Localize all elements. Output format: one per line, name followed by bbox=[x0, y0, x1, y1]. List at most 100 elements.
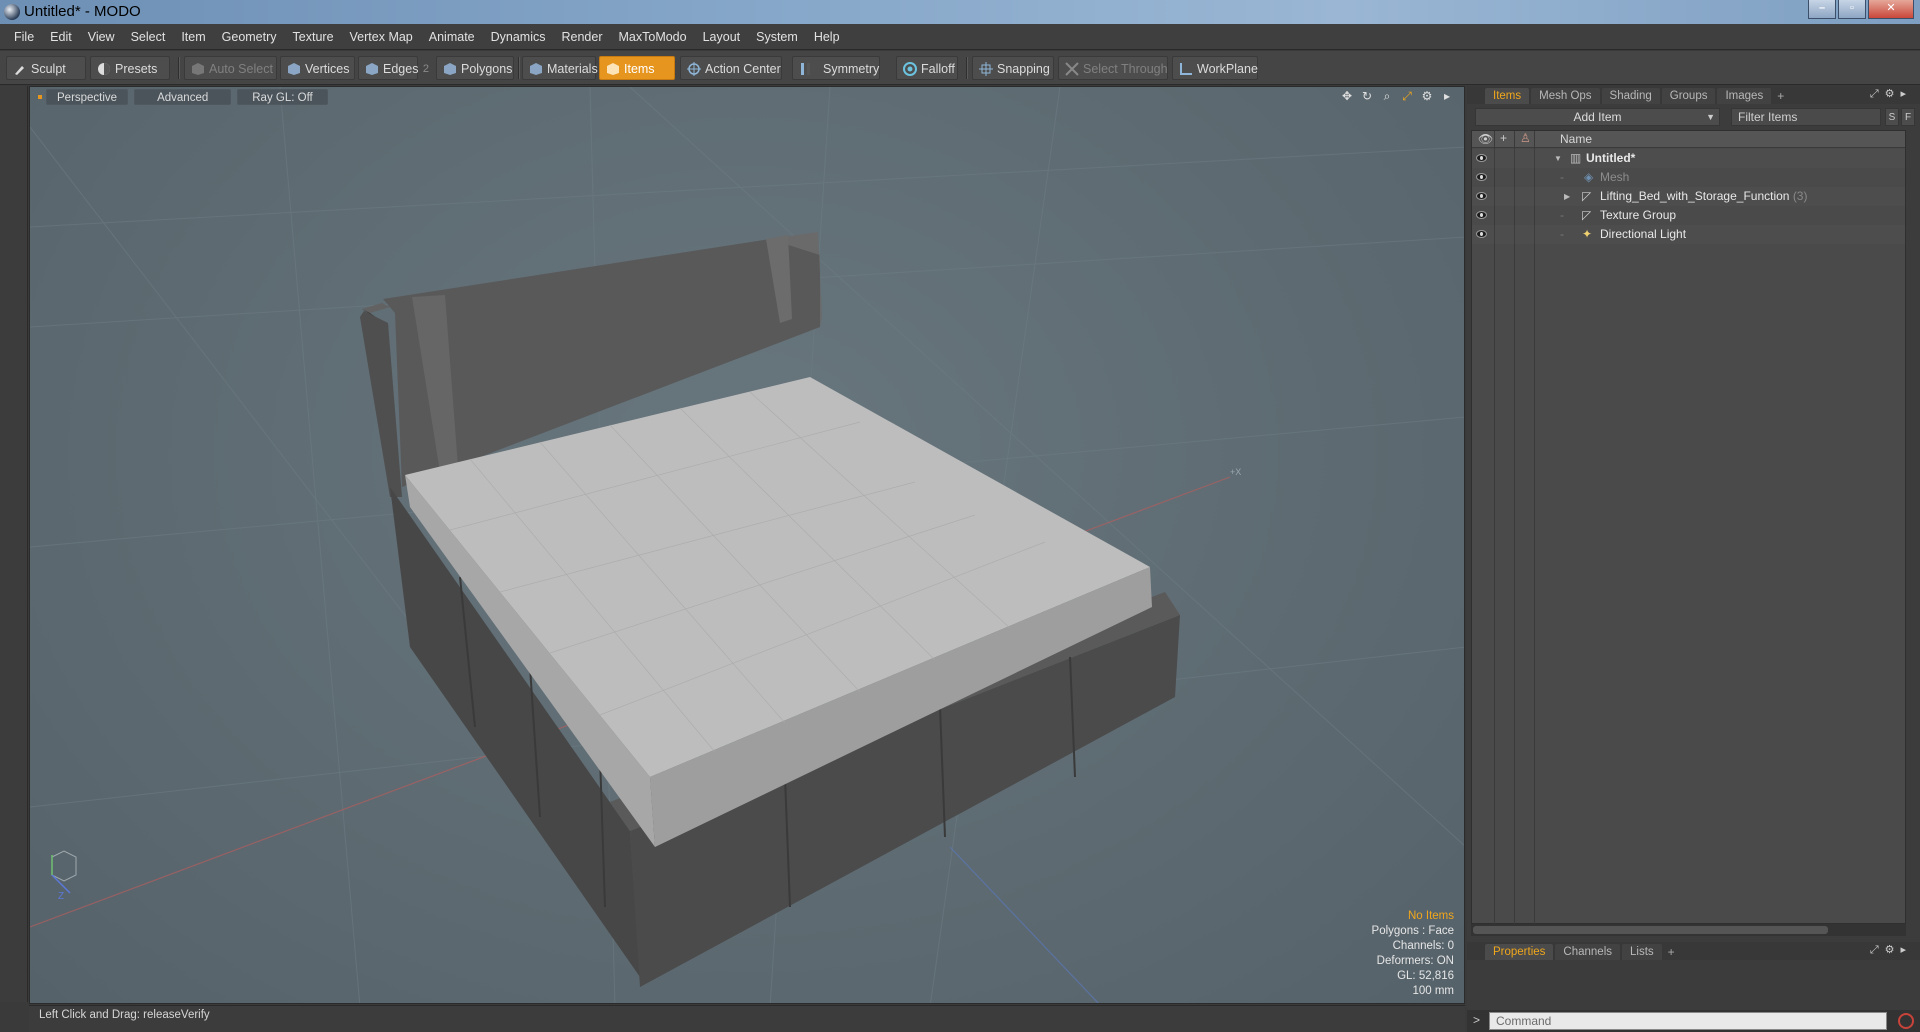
3d-viewport[interactable]: +X Z Perspective Advanced Ray GL: Off ✥ … bbox=[29, 86, 1465, 1004]
expand-arrow-icon[interactable]: ▶ bbox=[1564, 187, 1570, 206]
brush-icon bbox=[15, 66, 24, 75]
materials-button[interactable]: Materials bbox=[522, 56, 598, 80]
viewport-settings-icon[interactable]: ⚙ bbox=[1420, 89, 1434, 103]
auto-select-label: Auto Select bbox=[209, 62, 273, 76]
viewport-menu-dot[interactable] bbox=[38, 95, 42, 99]
action-center-button[interactable]: Action Center bbox=[680, 56, 782, 80]
filter-items-input[interactable] bbox=[1731, 108, 1881, 126]
visibility-eye-icon[interactable] bbox=[1476, 211, 1487, 219]
menu-animate[interactable]: Animate bbox=[421, 24, 483, 50]
visibility-eye-icon[interactable] bbox=[1476, 173, 1487, 181]
select-through-label: Select Through bbox=[1083, 62, 1168, 76]
modo-app-icon bbox=[4, 4, 20, 20]
record-icon[interactable] bbox=[1898, 1013, 1914, 1029]
tree-item-texture-group[interactable]: - ◸ Texture Group bbox=[1472, 206, 1905, 225]
tab-properties[interactable]: Properties bbox=[1485, 944, 1554, 960]
command-row: > bbox=[1467, 1010, 1920, 1032]
viewport-arrow-icon[interactable]: ▸ bbox=[1440, 89, 1454, 103]
add-tab-button[interactable]: + bbox=[1773, 88, 1788, 104]
tab-images[interactable]: Images bbox=[1717, 88, 1772, 104]
panel-options-icons[interactable]: ⤢⚙▸ bbox=[1870, 943, 1912, 957]
maximize-button[interactable]: ▫ bbox=[1838, 0, 1866, 19]
items-button[interactable]: Items bbox=[599, 56, 675, 80]
menu-help[interactable]: Help bbox=[806, 24, 848, 50]
minimize-button[interactable]: – bbox=[1808, 0, 1836, 19]
tab-groups[interactable]: Groups bbox=[1661, 88, 1716, 104]
tab-shading[interactable]: Shading bbox=[1601, 88, 1660, 104]
menu-file[interactable]: File bbox=[6, 24, 42, 50]
bed-model[interactable] bbox=[360, 232, 1180, 987]
symmetry-button[interactable]: Symmetry bbox=[792, 56, 880, 80]
menu-maxtomodo[interactable]: MaxToModo bbox=[611, 24, 695, 50]
snapping-button[interactable]: Snapping bbox=[972, 56, 1054, 80]
tree-item-count: (3) bbox=[1792, 189, 1808, 203]
visibility-eye-icon[interactable] bbox=[1476, 192, 1487, 200]
panel-options-icons[interactable]: ⤢⚙▸ bbox=[1870, 87, 1912, 101]
lock-column-icon[interactable]: + bbox=[1500, 131, 1507, 145]
menu-item[interactable]: Item bbox=[173, 24, 213, 50]
tree-item-scene[interactable]: ▼ ▥ Untitled* bbox=[1472, 149, 1905, 168]
polygons-button[interactable]: Polygons bbox=[436, 56, 514, 80]
menu-texture[interactable]: Texture bbox=[285, 24, 342, 50]
chevron-down-icon: ▼ bbox=[1706, 112, 1715, 122]
item-tree[interactable]: 👁 + ♙ Name ▼ ▥ Untitled* - ◈ Mesh ▶ ◸ Li… bbox=[1471, 130, 1906, 925]
properties-panel-tabs: Properties Channels Lists + ⤢⚙▸ bbox=[1467, 942, 1920, 960]
pan-icon[interactable]: ✥ bbox=[1340, 89, 1354, 103]
tree-item-mesh[interactable]: - ◈ Mesh bbox=[1472, 168, 1905, 187]
stats-grid-size: 100 mm bbox=[1412, 985, 1454, 997]
stats-deformers: Deformers: ON bbox=[1376, 955, 1454, 967]
falloff-button[interactable]: Falloff bbox=[896, 56, 958, 80]
tab-lists[interactable]: Lists bbox=[1622, 944, 1662, 960]
add-tab-button[interactable]: + bbox=[1664, 944, 1679, 960]
tree-item-lifting-bed[interactable]: ▶ ◸ Lifting_Bed_with_Storage_Function (3… bbox=[1472, 187, 1905, 206]
visibility-column-icon[interactable]: 👁 bbox=[1478, 132, 1493, 146]
sculpt-button[interactable]: Sculpt bbox=[6, 56, 86, 80]
filter-s-button[interactable]: S bbox=[1885, 108, 1899, 126]
render-column-icon[interactable]: ♙ bbox=[1520, 131, 1531, 145]
action-center-label: Action Center bbox=[705, 62, 781, 76]
tab-mesh-ops[interactable]: Mesh Ops bbox=[1531, 88, 1600, 104]
expand-arrow-icon[interactable]: ▼ bbox=[1554, 149, 1562, 168]
materials-icon bbox=[530, 63, 542, 75]
workplane-button[interactable]: WorkPlane bbox=[1172, 56, 1258, 80]
view-type-selector[interactable]: Perspective bbox=[46, 89, 129, 105]
scrollbar-thumb[interactable] bbox=[1473, 926, 1828, 934]
maximize-viewport-icon[interactable]: ⤢ bbox=[1400, 89, 1414, 103]
menu-view[interactable]: View bbox=[80, 24, 123, 50]
shading-style-selector[interactable]: Advanced bbox=[134, 89, 232, 105]
visibility-eye-icon[interactable] bbox=[1476, 230, 1487, 238]
presets-button[interactable]: Presets bbox=[90, 56, 170, 80]
axis-marker: +X bbox=[1230, 467, 1241, 477]
items-panel-tabs: Items Mesh Ops Shading Groups Images + ⤢… bbox=[1467, 86, 1920, 104]
menu-render[interactable]: Render bbox=[554, 24, 611, 50]
tree-horizontal-scrollbar[interactable] bbox=[1471, 924, 1906, 936]
add-item-label: Add Item bbox=[1573, 110, 1622, 124]
close-button[interactable]: ✕ bbox=[1868, 0, 1914, 19]
menu-geometry[interactable]: Geometry bbox=[214, 24, 285, 50]
crosshair-icon bbox=[687, 62, 701, 76]
vertices-button[interactable]: Vertices bbox=[280, 56, 355, 80]
snapping-label: Snapping bbox=[997, 62, 1050, 76]
visibility-eye-icon[interactable] bbox=[1476, 154, 1487, 162]
tab-channels[interactable]: Channels bbox=[1555, 944, 1621, 960]
menu-vertex-map[interactable]: Vertex Map bbox=[342, 24, 421, 50]
name-column-header[interactable]: Name bbox=[1560, 132, 1592, 146]
edges-button[interactable]: Edges 2 bbox=[358, 56, 429, 80]
zoom-icon[interactable]: ⌕ bbox=[1380, 89, 1394, 103]
select-through-button[interactable]: Select Through bbox=[1058, 56, 1168, 80]
add-item-dropdown[interactable]: Add Item ▼ bbox=[1475, 108, 1720, 126]
command-input[interactable] bbox=[1489, 1012, 1887, 1030]
menu-system[interactable]: System bbox=[748, 24, 806, 50]
menu-dynamics[interactable]: Dynamics bbox=[483, 24, 554, 50]
tab-items[interactable]: Items bbox=[1485, 88, 1530, 104]
menu-layout[interactable]: Layout bbox=[695, 24, 749, 50]
auto-select-button[interactable]: Auto Select bbox=[184, 56, 277, 80]
left-tool-strip[interactable] bbox=[0, 86, 28, 1002]
materials-label: Materials bbox=[547, 62, 598, 76]
menu-select[interactable]: Select bbox=[123, 24, 174, 50]
filter-f-button[interactable]: F bbox=[1901, 108, 1915, 126]
raygl-toggle[interactable]: Ray GL: Off bbox=[237, 89, 328, 105]
rotate-icon[interactable]: ↻ bbox=[1360, 89, 1374, 103]
menu-edit[interactable]: Edit bbox=[42, 24, 80, 50]
tree-item-directional-light[interactable]: - ✦ Directional Light bbox=[1472, 225, 1905, 244]
